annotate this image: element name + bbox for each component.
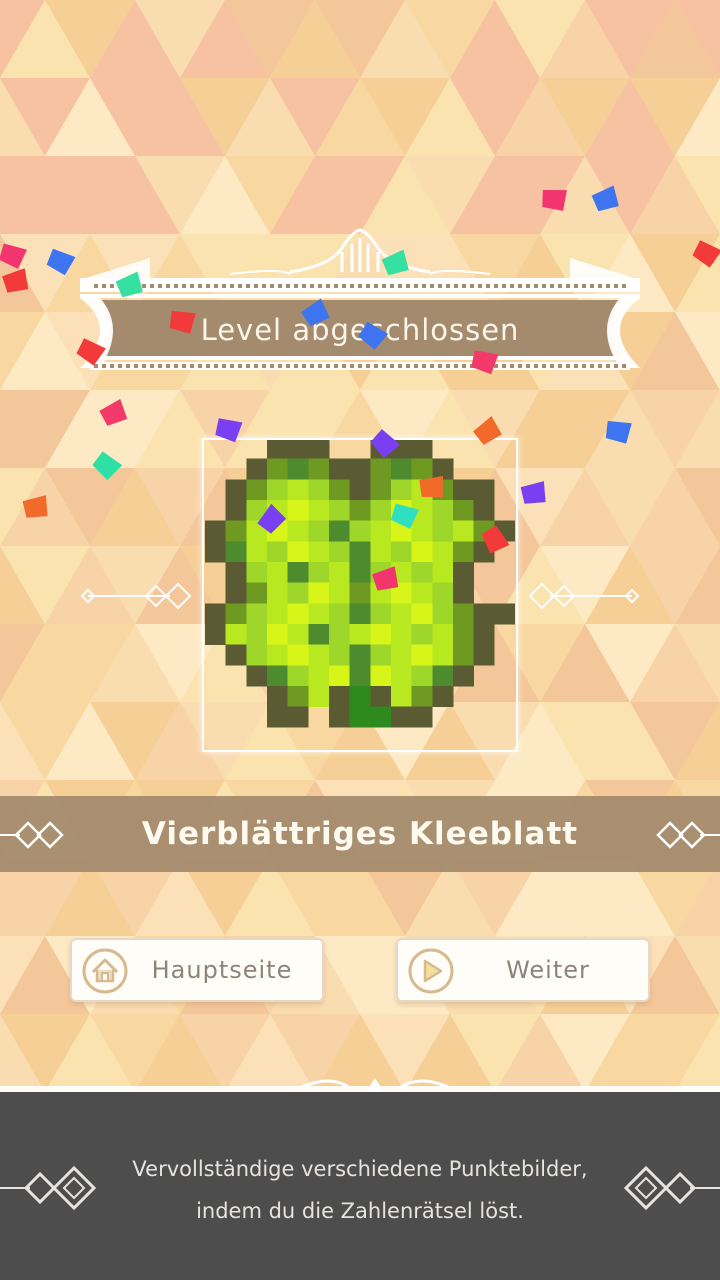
home-icon: [82, 948, 128, 994]
artwork-title: Vierblättriges Kleeblatt: [141, 816, 579, 852]
home-button-label: Hauptseite: [151, 956, 293, 984]
home-button[interactable]: Hauptseite: [70, 938, 324, 1002]
hint-text: Vervollständige verschiedene Punktebilde…: [100, 1148, 620, 1232]
next-button[interactable]: Weiter: [396, 938, 650, 1002]
level-complete-title: Level abgeschlossen: [200, 313, 520, 347]
diamond-ornament-icon: [0, 1166, 97, 1210]
artwork-frame: [202, 438, 518, 752]
diamond-ornament-icon: [623, 1166, 720, 1210]
hint-line-2: indem du die Zahlenrätsel löst.: [196, 1199, 524, 1223]
diamond-ornament-icon: [80, 582, 192, 610]
hint-line-1: Vervollständige verschiedene Punktebilde…: [132, 1157, 588, 1181]
footer-ornament: [300, 1078, 450, 1092]
next-button-label: Weiter: [506, 956, 590, 984]
diamond-ornament-icon: [528, 582, 640, 610]
play-icon: [408, 948, 454, 994]
